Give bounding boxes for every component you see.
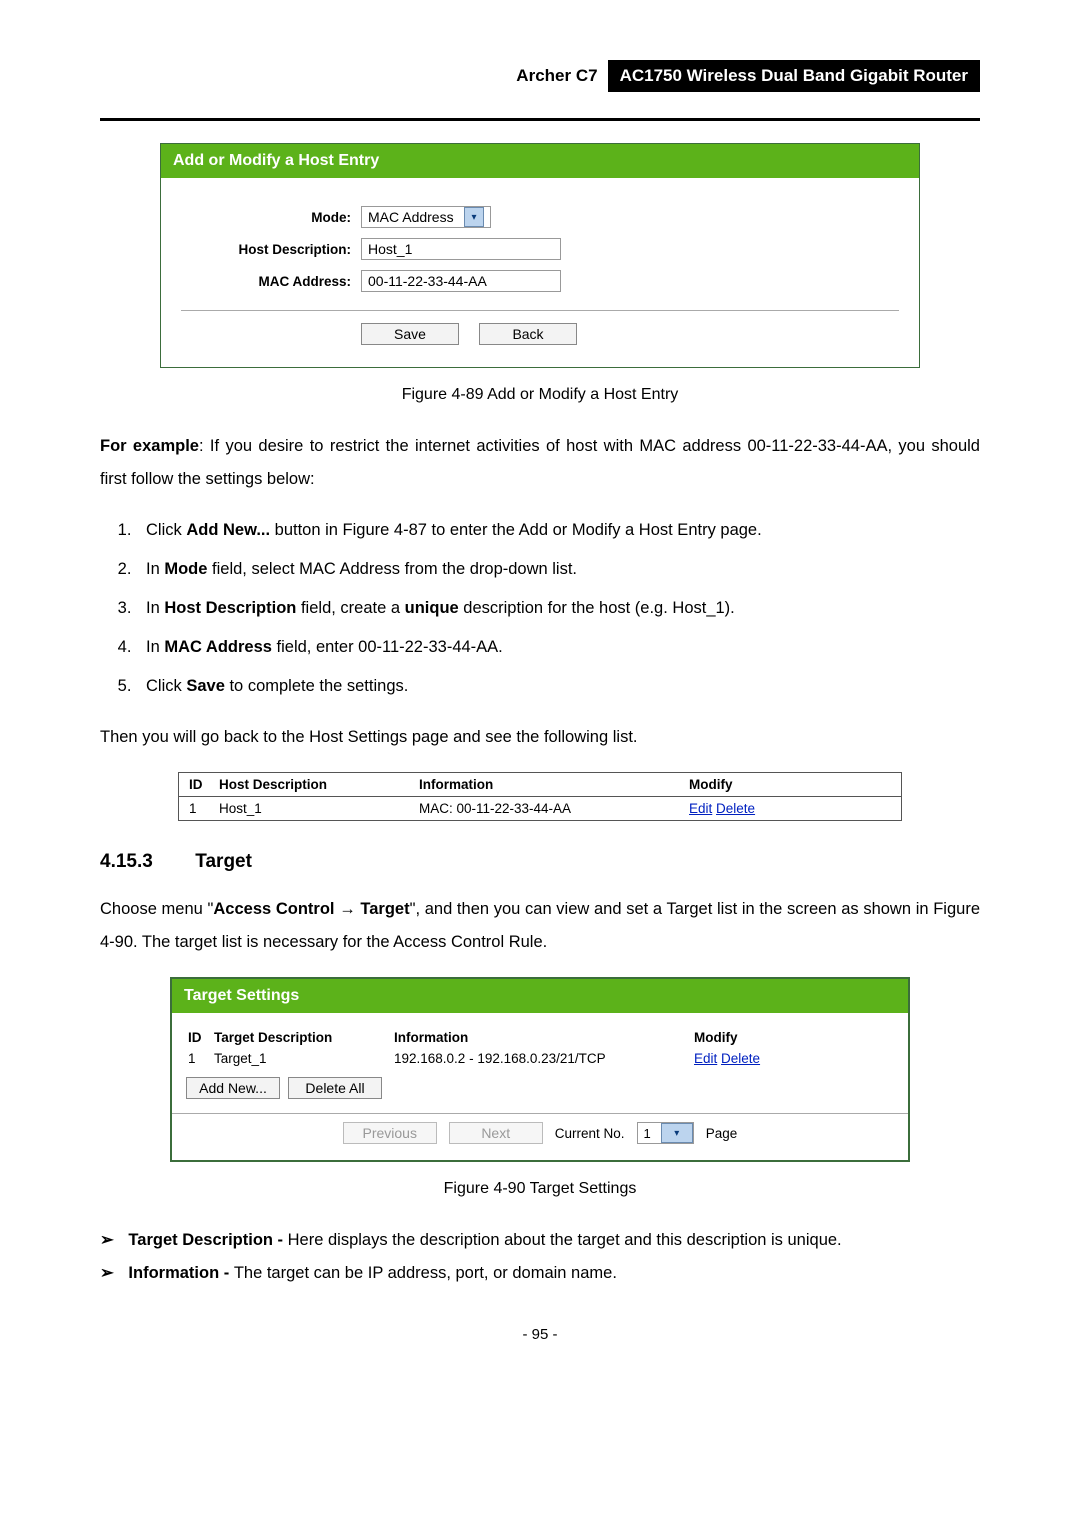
section-number: 4.15.3 [100, 851, 190, 873]
mode-select-value: MAC Address [368, 209, 454, 225]
model-label: Archer C7 [506, 60, 607, 92]
target-separator [172, 1113, 908, 1114]
hostlist-head-id: ID [189, 777, 219, 792]
target-head-mod: Modify [694, 1030, 794, 1045]
page-number-value: 1 [638, 1126, 657, 1141]
mode-label: Mode: [181, 210, 361, 225]
mac-label: MAC Address: [181, 274, 361, 289]
host-list-table: ID Host Description Information Modify 1… [178, 772, 902, 821]
target-row-id: 1 [188, 1051, 214, 1066]
host-panel-title: Add or Modify a Host Entry [161, 144, 919, 178]
target-panel-title: Target Settings [172, 979, 908, 1013]
target-head-desc: Target Description [214, 1030, 394, 1045]
next-button[interactable]: Next [449, 1122, 543, 1144]
panel-separator [181, 310, 899, 311]
product-label: AC1750 Wireless Dual Band Gigabit Router [608, 60, 980, 92]
current-no-label: Current No. [555, 1126, 625, 1141]
mac-input[interactable] [361, 270, 561, 292]
chevron-down-icon[interactable]: ▾ [464, 207, 484, 227]
header-rule [100, 118, 980, 121]
chevron-down-icon[interactable]: ▾ [661, 1123, 693, 1143]
target-settings-panel: Target Settings ID Target Description In… [170, 977, 910, 1162]
step-2: In Mode field, select MAC Address from t… [136, 553, 980, 586]
save-button[interactable]: Save [361, 323, 459, 345]
hostlist-row: 1 Host_1 MAC: 00-11-22-33-44-AA Edit Del… [179, 797, 901, 820]
step-3: In Host Description field, create a uniq… [136, 592, 980, 625]
target-head-info: Information [394, 1030, 694, 1045]
target-notes-list: Target Description - Here displays the d… [100, 1224, 980, 1290]
hostlist-head-desc: Host Description [219, 777, 419, 792]
page-label: Page [706, 1126, 738, 1141]
back-button[interactable]: Back [479, 323, 577, 345]
target-row-desc: Target_1 [214, 1051, 394, 1066]
hostlist-row-id: 1 [189, 801, 219, 816]
hostlist-edit-link[interactable]: Edit [689, 801, 712, 816]
target-row-info: 192.168.0.2 - 192.168.0.23/21/TCP [394, 1051, 694, 1066]
host-desc-input[interactable] [361, 238, 561, 260]
steps-list: Click Add New... button in Figure 4-87 t… [100, 514, 980, 703]
page-number: - 95 - [100, 1326, 980, 1343]
hostlist-head-info: Information [419, 777, 689, 792]
target-intro-paragraph: Choose menu "Access Control → Target", a… [100, 893, 980, 959]
bullet-target-description: Target Description - Here displays the d… [122, 1224, 980, 1257]
figure-4-89-caption: Figure 4-89 Add or Modify a Host Entry [100, 386, 980, 404]
example-paragraph: For example: If you desire to restrict t… [100, 430, 980, 496]
then-paragraph: Then you will go back to the Host Settin… [100, 721, 980, 754]
doc-header: Archer C7 AC1750 Wireless Dual Band Giga… [100, 60, 980, 92]
step-4: In MAC Address field, enter 00-11-22-33-… [136, 631, 980, 664]
add-new-button[interactable]: Add New... [186, 1077, 280, 1099]
figure-4-90-caption: Figure 4-90 Target Settings [100, 1180, 980, 1198]
target-delete-link[interactable]: Delete [721, 1051, 760, 1066]
target-edit-link[interactable]: Edit [694, 1051, 717, 1066]
step-1: Click Add New... button in Figure 4-87 t… [136, 514, 980, 547]
host-desc-label: Host Description: [181, 242, 361, 257]
hostlist-row-info: MAC: 00-11-22-33-44-AA [419, 801, 689, 816]
hostlist-row-desc: Host_1 [219, 801, 419, 816]
mode-select[interactable]: MAC Address ▾ [361, 206, 491, 228]
host-entry-panel: Add or Modify a Host Entry Mode: MAC Add… [160, 143, 920, 368]
target-row: 1 Target_1 192.168.0.2 - 192.168.0.23/21… [186, 1048, 894, 1069]
section-title: Target [195, 851, 252, 872]
previous-button[interactable]: Previous [343, 1122, 437, 1144]
delete-all-button[interactable]: Delete All [288, 1077, 382, 1099]
page-number-select[interactable]: 1 ▾ [637, 1122, 694, 1144]
bullet-information: Information - The target can be IP addre… [122, 1257, 980, 1290]
target-head-id: ID [188, 1030, 214, 1045]
section-heading: 4.15.3 Target [100, 851, 980, 873]
step-5: Click Save to complete the settings. [136, 670, 980, 703]
hostlist-delete-link[interactable]: Delete [716, 801, 755, 816]
example-bold: For example [100, 437, 199, 455]
hostlist-head-mod: Modify [689, 777, 789, 792]
